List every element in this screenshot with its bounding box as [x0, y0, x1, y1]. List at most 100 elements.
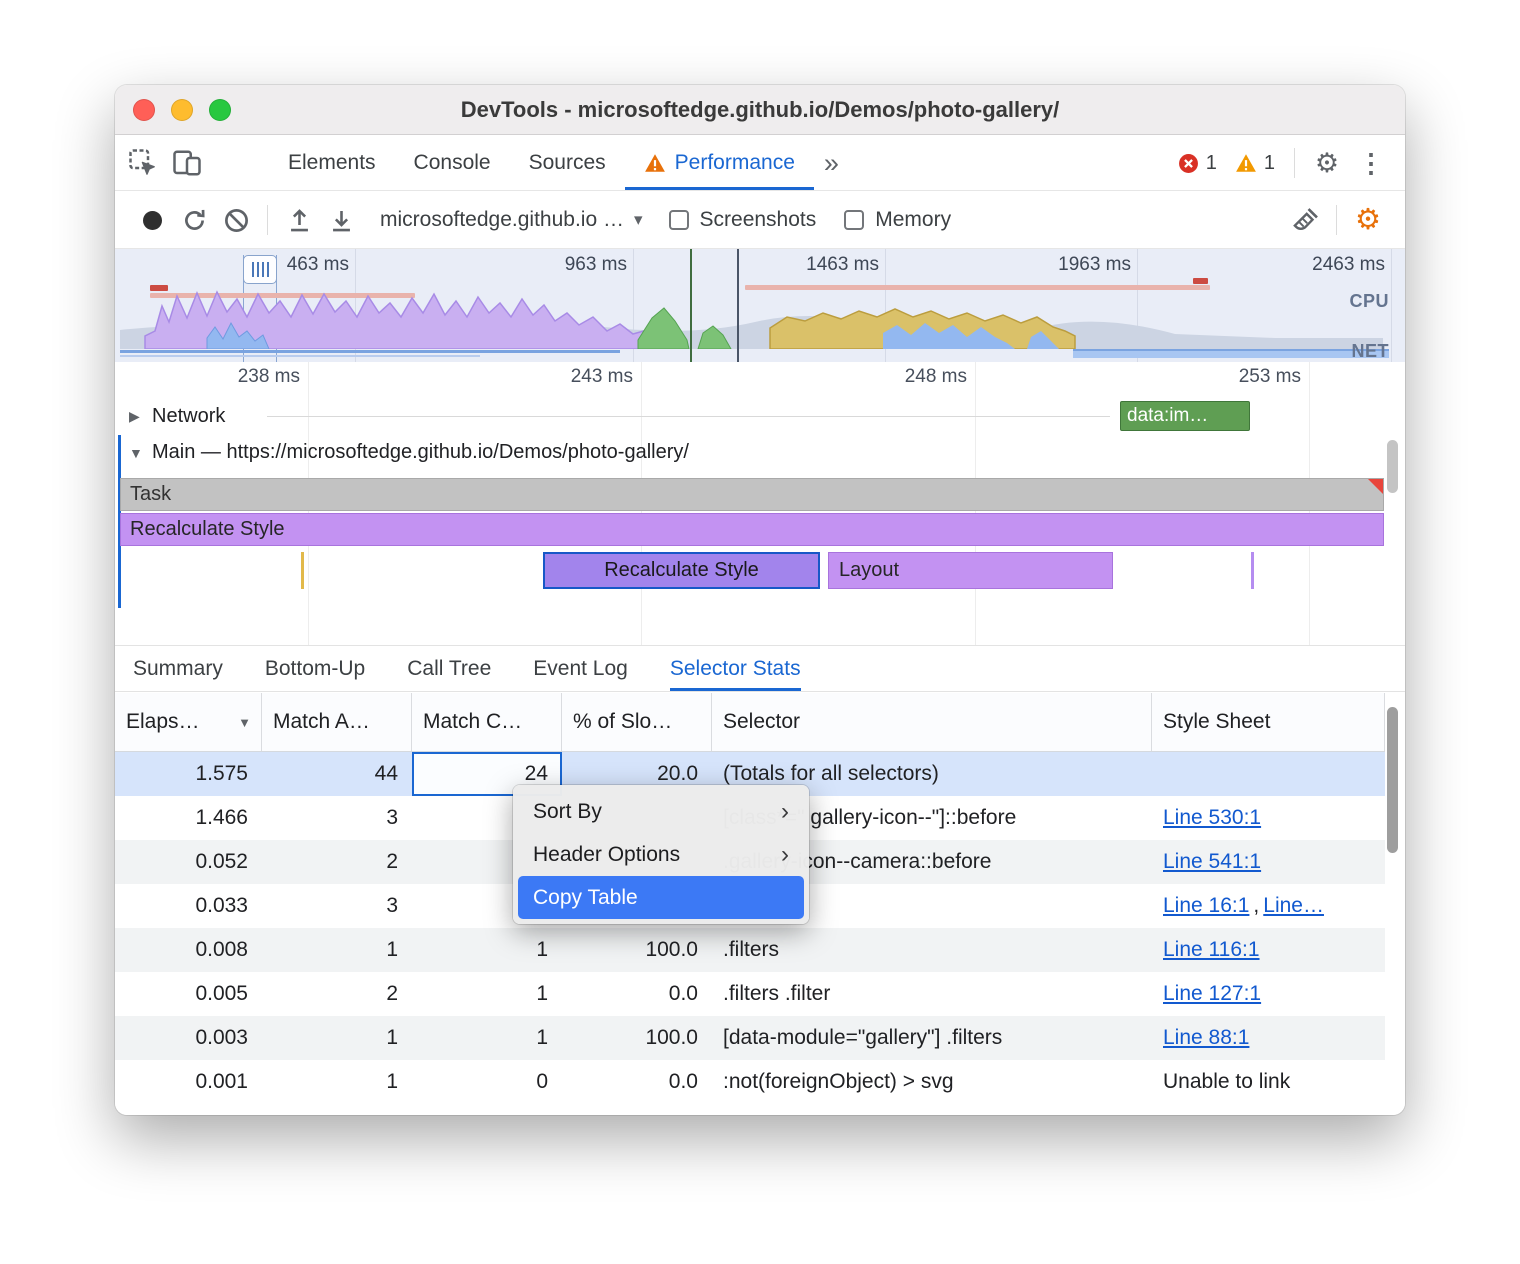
warning-icon [1235, 153, 1257, 173]
caret-down-icon: ▾ [634, 210, 643, 230]
kebab-menu-icon: ⋮ [1358, 148, 1384, 179]
timeline-ruler-label: 248 ms [867, 366, 967, 388]
context-menu: Sort By › Header Options › Copy Table [513, 785, 809, 924]
zoom-window-button[interactable] [209, 99, 231, 121]
overview-time-label: 2463 ms [1271, 254, 1385, 276]
error-badge[interactable]: 1 [1178, 152, 1217, 175]
cpu-label: CPU [1349, 291, 1389, 312]
table-row[interactable]: 0.001 1 0 0.0 :not(foreignObject) > svg … [115, 1060, 1385, 1104]
marker-line-dark [737, 249, 739, 362]
overview-time-label: 1463 ms [765, 254, 879, 276]
style-sheet-link[interactable]: Line 88:1 [1163, 1026, 1249, 1050]
style-sheet-link[interactable]: Line… [1263, 894, 1324, 918]
tab-summary[interactable]: Summary [133, 646, 223, 691]
tab-sources[interactable]: Sources [510, 136, 625, 190]
load-profile-button[interactable] [278, 198, 320, 242]
style-sheet-link[interactable]: Line 16:1 [1163, 894, 1249, 918]
column-header-slow-pct[interactable]: % of Slo… [562, 693, 712, 751]
record-and-reload-button[interactable] [173, 198, 215, 242]
memory-checkbox[interactable]: Memory [844, 208, 951, 232]
history-select[interactable]: microsoftedge.github.io … ▾ [380, 208, 643, 232]
device-toolbar-button[interactable] [165, 136, 209, 190]
record-icon [143, 211, 162, 230]
timeline-scrollbar-thumb[interactable] [1387, 440, 1398, 493]
table-scrollbar-thumb[interactable] [1387, 707, 1398, 853]
screenshots-checkbox[interactable]: Screenshots [669, 208, 817, 232]
block-icon [223, 207, 250, 234]
menu-item-copy-table[interactable]: Copy Table [518, 876, 804, 919]
column-header-style-sheet[interactable]: Style Sheet [1152, 693, 1385, 751]
traffic-lights [133, 99, 231, 121]
customize-devtools-button[interactable]: ⋮ [1349, 136, 1393, 190]
inspect-cursor-icon [128, 148, 158, 178]
recalculate-style-event-selected[interactable]: Recalculate Style [543, 552, 820, 589]
disclosure-open-icon[interactable]: ▼ [129, 445, 143, 461]
clear-recording-button[interactable] [215, 198, 257, 242]
style-sheet-link[interactable]: Line 530:1 [1163, 806, 1261, 830]
minimize-window-button[interactable] [171, 99, 193, 121]
upload-icon [286, 207, 313, 234]
submenu-chevron-icon: › [781, 798, 789, 826]
toolbar-divider [1294, 148, 1295, 178]
recalculate-style-event[interactable]: Recalculate Style [120, 513, 1384, 546]
disclosure-closed-icon[interactable]: ▶ [129, 408, 140, 425]
close-window-button[interactable] [133, 99, 155, 121]
devtools-tabbar: Elements Console Sources Performance » 1… [115, 136, 1405, 191]
sort-desc-icon: ▼ [238, 715, 251, 730]
tab-event-log[interactable]: Event Log [533, 646, 628, 691]
capture-settings-button[interactable]: ⚙ [1347, 198, 1389, 242]
task-event[interactable]: Task [120, 478, 1384, 511]
tab-bottom-up[interactable]: Bottom-Up [265, 646, 365, 691]
net-activity-bar [1073, 349, 1389, 358]
tab-elements[interactable]: Elements [269, 136, 395, 190]
network-track-label[interactable]: Network [152, 405, 225, 428]
table-row[interactable]: 0.008 1 1 100.0 .filters Line 116:1 [115, 928, 1385, 972]
table-header: Elaps… ▼ Match A… Match C… % of Slo… Sel… [115, 693, 1385, 752]
settings-button[interactable]: ⚙ [1305, 136, 1349, 190]
titlebar: DevTools - microsoftedge.github.io/Demos… [115, 85, 1405, 135]
window-handle-left[interactable] [243, 255, 277, 284]
column-header-elapsed[interactable]: Elaps… ▼ [115, 693, 262, 751]
collect-garbage-button[interactable] [1284, 198, 1326, 242]
tab-selector-stats[interactable]: Selector Stats [670, 646, 801, 691]
timeline-ruler-label: 253 ms [1201, 366, 1301, 388]
toolbar-divider [1336, 205, 1337, 235]
table-row[interactable]: 0.003 1 1 100.0 [data-module="gallery"] … [115, 1016, 1385, 1060]
record-button[interactable] [131, 198, 173, 242]
table-row[interactable]: 0.005 2 1 0.0 .filters .filter Line 127:… [115, 972, 1385, 1016]
save-profile-button[interactable] [320, 198, 362, 242]
column-header-selector[interactable]: Selector [712, 693, 1152, 751]
overview-time-label: 963 ms [513, 254, 627, 276]
layout-event[interactable]: Layout [828, 552, 1113, 589]
error-icon [1178, 153, 1199, 174]
timeline-overview[interactable]: 463 ms 963 ms 1463 ms 1963 ms 2463 ms CP… [115, 249, 1405, 362]
marker-tick-yellow [301, 552, 304, 589]
marker-tick-purple [1251, 552, 1254, 589]
menu-item-sort-by[interactable]: Sort By › [518, 790, 804, 833]
column-header-match-count[interactable]: Match C… [412, 693, 562, 751]
memory-label: Memory [875, 208, 951, 232]
checkbox-icon [844, 210, 864, 230]
style-sheet-link[interactable]: Line 127:1 [1163, 982, 1261, 1006]
long-task-mark [1193, 278, 1208, 284]
style-sheet-link[interactable]: Line 541:1 [1163, 850, 1261, 874]
flame-chart[interactable]: 238 ms 243 ms 248 ms 253 ms ▶ Network da… [115, 362, 1405, 645]
tab-call-tree[interactable]: Call Tree [407, 646, 491, 691]
network-event[interactable]: data:im… [1120, 401, 1250, 431]
warning-badge[interactable]: 1 [1235, 152, 1275, 175]
error-count: 1 [1206, 152, 1217, 175]
overview-time-label: 1963 ms [1017, 254, 1131, 276]
tab-performance[interactable]: Performance [625, 136, 814, 190]
main-track-label[interactable]: Main — https://microsoftedge.github.io/D… [152, 441, 689, 464]
inspect-element-button[interactable] [121, 136, 165, 190]
more-tabs-button[interactable]: » [814, 148, 849, 179]
long-task-indicator-icon [1368, 479, 1383, 494]
download-icon [328, 207, 355, 234]
toolbar-divider [267, 205, 268, 235]
tab-console[interactable]: Console [395, 136, 510, 190]
menu-item-header-options[interactable]: Header Options › [518, 833, 804, 876]
column-header-match-attempts[interactable]: Match A… [262, 693, 412, 751]
gear-icon: ⚙ [1315, 150, 1339, 177]
style-sheet-link[interactable]: Line 116:1 [1163, 938, 1260, 962]
warning-count: 1 [1264, 152, 1275, 175]
